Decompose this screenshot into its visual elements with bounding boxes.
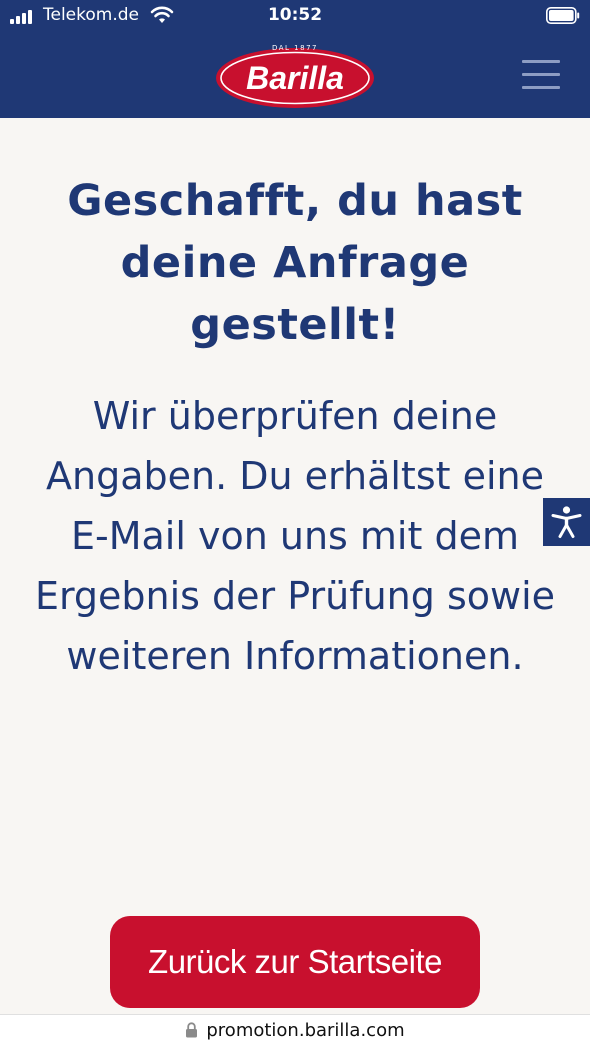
barilla-logo[interactable]: DAL 1877 Barilla (214, 42, 376, 108)
status-bar: Telekom.de 10:52 (0, 0, 590, 32)
url-text: promotion.barilla.com (206, 1020, 405, 1041)
hamburger-menu-icon[interactable] (518, 56, 562, 92)
accessibility-button[interactable] (543, 498, 590, 546)
site-header: DAL 1877 Barilla (0, 32, 590, 118)
logo-tagline: DAL 1877 (272, 44, 318, 52)
battery-icon (546, 7, 580, 24)
url-display[interactable]: promotion.barilla.com (0, 1020, 590, 1042)
accessibility-icon (551, 506, 582, 538)
browser-url-bar[interactable]: promotion.barilla.com (0, 1014, 590, 1050)
back-to-home-button[interactable]: Zurück zur Startseite (110, 916, 480, 1008)
lock-icon (186, 1022, 198, 1038)
confirmation-message: Wir überprüfen deine Angaben. Du erhälts… (34, 394, 556, 678)
clock: 10:52 (267, 5, 323, 25)
page-headline: Geschafft, du hast deine Anfrage gestell… (67, 176, 523, 350)
logo-text: Barilla (246, 60, 344, 96)
